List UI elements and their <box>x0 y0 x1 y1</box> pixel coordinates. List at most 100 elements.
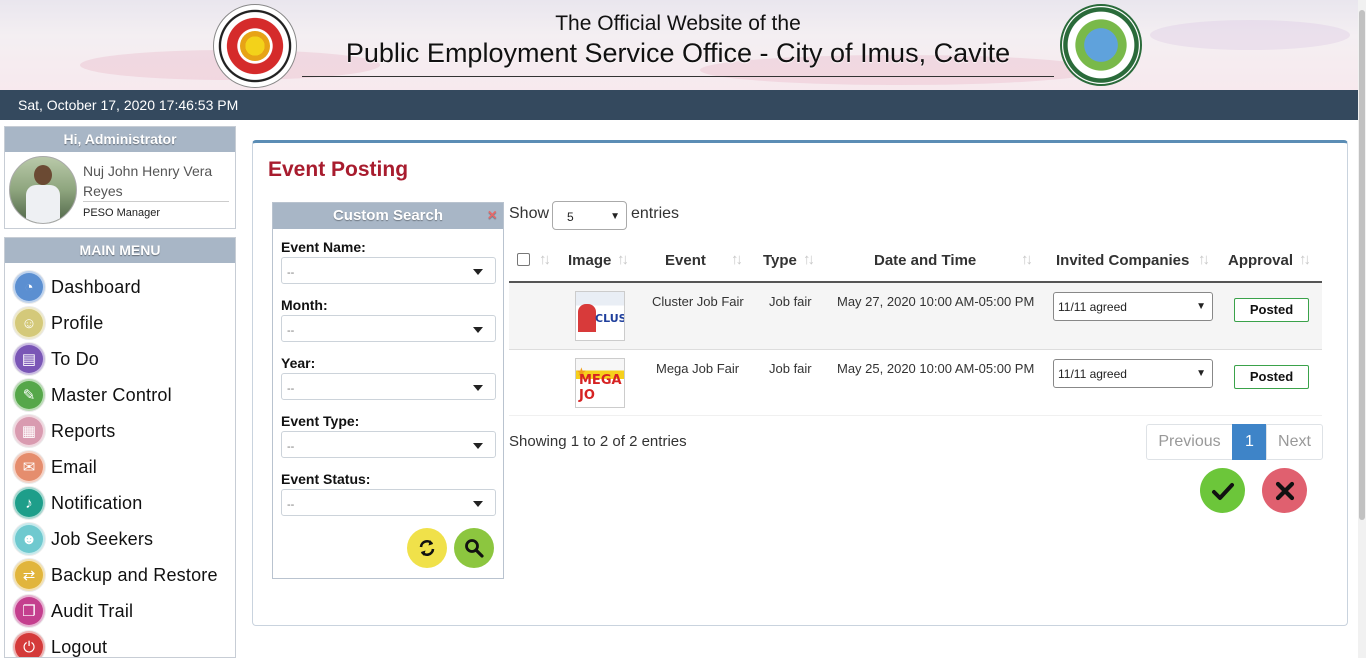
caret-down-icon <box>473 443 483 449</box>
event-status-value: -- <box>287 499 295 511</box>
sort-icon[interactable]: ↑↓ <box>731 251 743 268</box>
scrollbar-thumb[interactable] <box>1359 10 1365 520</box>
search-button[interactable] <box>454 528 494 568</box>
menu-item-label: Logout <box>51 636 108 657</box>
main-menu-title: MAIN MENU <box>5 238 235 263</box>
sort-icon[interactable]: ↑↓ <box>617 251 629 268</box>
sort-icon[interactable]: ↑↓ <box>803 251 815 268</box>
site-title: Public Employment Service Office - City … <box>345 38 1011 68</box>
sort-icon[interactable]: ↑↓ <box>1198 251 1210 268</box>
menu-item-to-do[interactable]: ▤ To Do <box>13 343 233 375</box>
event-datetime: May 25, 2020 10:00 AM-05:00 PM <box>837 361 1035 376</box>
custom-search-panel: Custom Search × Event Name: -- Month: -- Yea… <box>272 202 504 579</box>
event-image-text: CLUSTER <box>595 312 624 325</box>
event-type-value: -- <box>287 441 295 453</box>
menu-item-master-control[interactable]: ✎ Master Control <box>13 379 233 411</box>
menu-item-email[interactable]: ✉ Email <box>13 451 233 483</box>
todo-icon: ▤ <box>13 343 45 375</box>
check-icon <box>1211 482 1234 500</box>
column-header-approval[interactable]: Approval <box>1228 252 1293 269</box>
entries-label: entries <box>631 205 680 222</box>
avatar[interactable] <box>9 156 77 224</box>
approval-status-badge[interactable]: Posted <box>1234 365 1309 389</box>
column-header-type[interactable]: Type <box>763 252 797 269</box>
header-decoration <box>1150 20 1350 50</box>
year-select[interactable]: -- <box>281 373 496 400</box>
event-name-label: Event Name: <box>281 239 366 255</box>
approval-status-badge[interactable]: Posted <box>1234 298 1309 322</box>
event-name-select[interactable]: -- <box>281 257 496 284</box>
column-header-invited-companies[interactable]: Invited Companies <box>1056 252 1189 269</box>
column-header-event[interactable]: Event <box>665 252 706 269</box>
menu-item-label: Backup and Restore <box>51 564 218 585</box>
event-name: Mega Job Fair <box>656 361 740 376</box>
menu-item-profile[interactable]: ☺ Profile <box>13 307 233 339</box>
menu-item-dashboard[interactable]: ◔ Dashboard <box>13 271 233 303</box>
search-icon <box>465 539 484 558</box>
event-type: Job fair <box>769 361 812 376</box>
column-header-image[interactable]: Image <box>568 252 611 269</box>
invited-companies-select[interactable]: 11/11 agreed ▼ <box>1053 292 1213 321</box>
menu-item-label: To Do <box>51 348 100 369</box>
power-icon: ⏻ <box>13 631 45 657</box>
invited-companies-value: 11/11 agreed <box>1058 300 1127 314</box>
page-scrollbar[interactable] <box>1358 0 1366 658</box>
event-datetime: May 27, 2020 10:00 AM-05:00 PM <box>837 294 1035 309</box>
month-select[interactable]: -- <box>281 315 496 342</box>
sort-icon[interactable]: ↑↓ <box>1299 251 1311 268</box>
sort-icon[interactable]: ↑↓ <box>1021 251 1033 268</box>
column-header-date-time[interactable]: Date and Time <box>874 252 976 269</box>
caret-down-icon <box>473 327 483 333</box>
chevron-down-icon: ▼ <box>610 211 620 222</box>
menu-item-job-seekers[interactable]: ☻ Job Seekers <box>13 523 233 555</box>
event-status-select[interactable]: -- <box>281 489 496 516</box>
divider <box>83 201 229 202</box>
dashboard-icon: ◔ <box>13 271 45 303</box>
pagination-next[interactable]: Next <box>1266 424 1323 460</box>
event-image-text: MEGA JO <box>579 373 622 403</box>
year-value: -- <box>287 383 295 395</box>
reject-button[interactable] <box>1262 468 1307 513</box>
refresh-icon <box>419 540 435 556</box>
year-label: Year: <box>281 355 316 371</box>
peso-logo <box>213 4 297 88</box>
job-seekers-icon: ☻ <box>13 523 45 555</box>
close-icon[interactable]: × <box>488 203 497 229</box>
event-image[interactable]: CLUSTER <box>575 291 625 341</box>
menu-item-notification[interactable]: ♪ Notification <box>13 487 233 519</box>
menu-item-reports[interactable]: ▦ Reports <box>13 415 233 447</box>
email-icon: ✉ <box>13 451 45 483</box>
backup-icon: ⇄ <box>13 559 45 591</box>
entries-per-page-select[interactable]: 5 ▼ <box>552 201 627 230</box>
event-image[interactable]: ★ MEGA JO <box>575 358 625 408</box>
audit-trail-icon: ❐ <box>13 595 45 627</box>
event-type-label: Event Type: <box>281 413 360 429</box>
wrench-icon: ✎ <box>13 379 45 411</box>
event-status-label: Event Status: <box>281 471 371 487</box>
event-type-select[interactable]: -- <box>281 431 496 458</box>
menu-item-logout[interactable]: ⏻ Logout <box>13 631 233 657</box>
chevron-down-icon: ▼ <box>1196 368 1206 379</box>
user-greeting: Hi, Administrator <box>5 127 235 152</box>
month-value: -- <box>287 325 295 337</box>
menu-item-backup-and-restore[interactable]: ⇄ Backup and Restore <box>13 559 233 591</box>
refresh-button[interactable] <box>407 528 447 568</box>
page-title: Event Posting <box>268 158 409 181</box>
menu-item-audit-trail[interactable]: ❐ Audit Trail <box>13 595 233 627</box>
pagination-previous[interactable]: Previous <box>1146 424 1233 460</box>
invited-companies-select[interactable]: 11/11 agreed ▼ <box>1053 359 1213 388</box>
month-label: Month: <box>281 297 328 313</box>
header-underline <box>302 76 1054 77</box>
imus-seal-logo <box>1060 4 1142 86</box>
approve-button[interactable] <box>1200 468 1245 513</box>
select-all-checkbox[interactable] <box>517 253 530 266</box>
sort-icon[interactable]: ↑↓ <box>539 251 551 268</box>
event-name: Cluster Job Fair <box>652 294 744 309</box>
pagination-page-1[interactable]: 1 <box>1232 424 1267 460</box>
show-label: Show <box>509 205 550 222</box>
menu-item-label: Notification <box>51 492 143 513</box>
custom-search-title: Custom Search <box>332 207 444 224</box>
caret-down-icon <box>473 269 483 275</box>
custom-search-header: Custom Search × <box>273 203 503 229</box>
menu-item-label: Master Control <box>51 384 172 405</box>
